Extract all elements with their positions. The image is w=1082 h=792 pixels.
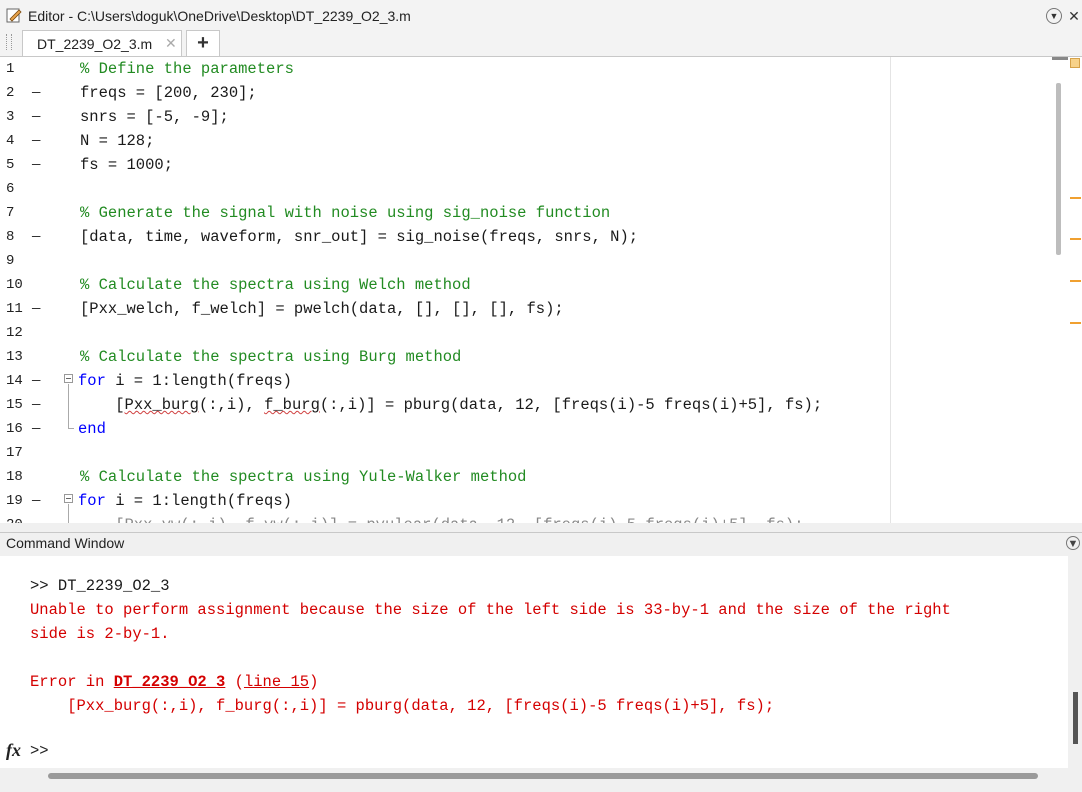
breakpoint-slot[interactable]: — xyxy=(32,129,40,153)
line-number: 16 xyxy=(6,421,23,437)
command-scroll-thumb[interactable] xyxy=(1073,692,1078,744)
breakpoint-slot[interactable]: — xyxy=(32,105,40,129)
warning-status-icon[interactable] xyxy=(1070,58,1080,68)
command-output-line: [Pxx_burg(:,i), f_burg(:,i)] = pburg(dat… xyxy=(30,697,775,715)
function-browser-icon[interactable]: fx xyxy=(6,740,21,761)
command-prompt[interactable]: >> xyxy=(30,742,49,760)
editor-scroll-thumb[interactable] xyxy=(1056,83,1061,255)
new-tab-button[interactable]: + xyxy=(186,30,220,56)
code-line[interactable]: [Pxx_yw(:,i), f_yw(:,i)] = pyulear(data,… xyxy=(78,513,803,523)
line-number: 4 xyxy=(6,133,15,149)
line-number: 12 xyxy=(6,325,23,341)
code-line[interactable]: N = 128; xyxy=(80,129,154,153)
line-number: 20 xyxy=(6,513,26,523)
line-number: 8 xyxy=(6,229,15,245)
breakpoint-slot[interactable]: — xyxy=(32,153,40,177)
fold-toggle-icon[interactable] xyxy=(64,494,73,503)
line-number: 11 xyxy=(6,301,23,317)
command-window-title: Command Window xyxy=(6,535,125,551)
command-window-menu-icon[interactable]: ▼ xyxy=(1066,536,1080,550)
editor-tabstrip: DT_2239_O2_3.m ✕ + xyxy=(0,28,1082,57)
line-number: 1 xyxy=(6,61,15,77)
breakpoint-slot[interactable]: — xyxy=(32,489,40,513)
breakpoint-slot[interactable]: — xyxy=(32,417,40,441)
tabstrip-grip[interactable] xyxy=(6,34,12,50)
command-window-vertical-scrollbar[interactable] xyxy=(1068,556,1082,768)
line-number: 13 xyxy=(6,349,23,365)
line-number: 5 xyxy=(6,157,15,173)
tab-dt-2239-o2-3[interactable]: DT_2239_O2_3.m ✕ xyxy=(22,30,182,56)
line-number: 3 xyxy=(6,109,15,125)
breakpoint-slot[interactable]: — xyxy=(32,513,40,523)
code-editor[interactable]: 12—3—4—5—678—91011—121314—15—16—171819—2… xyxy=(0,57,1082,523)
warning-marker[interactable] xyxy=(1070,197,1081,199)
fold-toggle-icon[interactable] xyxy=(64,374,73,383)
code-line[interactable]: end xyxy=(78,417,106,441)
command-output-line: Error in DT_2239_O2_3 (line 15) xyxy=(30,673,319,691)
line-number: 10 xyxy=(6,277,23,293)
code-line[interactable]: % Generate the signal with noise using s… xyxy=(80,201,610,225)
horizontal-scroll-thumb[interactable] xyxy=(48,773,1038,779)
warning-marker[interactable] xyxy=(1070,238,1081,240)
line-number: 6 xyxy=(6,181,15,197)
tab-close-icon[interactable]: ✕ xyxy=(165,35,177,52)
fold-end-mark xyxy=(68,428,74,429)
line-number: 15 xyxy=(6,397,23,413)
fold-range-line xyxy=(68,504,69,523)
editor-app-icon xyxy=(6,8,22,23)
code-line[interactable]: freqs = [200, 230]; xyxy=(80,81,257,105)
code-line[interactable]: % Define the parameters xyxy=(80,57,294,81)
code-line[interactable]: % Calculate the spectra using Burg metho… xyxy=(80,345,461,369)
code-line[interactable]: [Pxx_burg(:,i), f_burg(:,i)] = pburg(dat… xyxy=(78,393,822,417)
code-line[interactable]: [data, time, waveform, snr_out] = sig_no… xyxy=(80,225,638,249)
command-window-header: Command Window ▼ xyxy=(0,532,1082,555)
command-output-line: >> DT_2239_O2_3 xyxy=(30,577,170,595)
breakpoint-slot[interactable]: — xyxy=(32,225,40,249)
code-analyzer-bar xyxy=(1068,57,1082,523)
code-line[interactable]: for i = 1:length(freqs) xyxy=(78,489,292,513)
code-line[interactable]: % Calculate the spectra using Yule-Walke… xyxy=(80,465,526,489)
tab-label: DT_2239_O2_3.m xyxy=(37,36,153,52)
line-number: 19 xyxy=(6,493,23,509)
code-line[interactable]: % Calculate the spectra using Welch meth… xyxy=(80,273,471,297)
fold-range-line xyxy=(68,384,69,428)
window-title: Editor - C:\Users\doguk\OneDrive\Desktop… xyxy=(28,8,411,24)
horizontal-scrollbar[interactable] xyxy=(0,768,1082,792)
breakpoint-slot[interactable]: — xyxy=(32,297,40,321)
right-margin-line xyxy=(890,57,891,523)
command-window[interactable]: fx >> >> DT_2239_O2_3 Unable to perform a… xyxy=(0,556,1068,768)
code-line[interactable]: [Pxx_welch, f_welch] = pwelch(data, [], … xyxy=(80,297,564,321)
command-output-line: side is 2-by-1. xyxy=(30,625,170,643)
line-number: 18 xyxy=(6,469,23,485)
warning-marker[interactable] xyxy=(1070,280,1081,282)
breakpoint-slot[interactable]: — xyxy=(32,369,40,393)
command-output-line: Unable to perform assignment because the… xyxy=(30,601,951,619)
warning-marker[interactable] xyxy=(1070,322,1081,324)
line-number: 14 xyxy=(6,373,23,389)
window-menu-icon[interactable]: ▼ xyxy=(1046,8,1062,24)
line-number: 7 xyxy=(6,205,15,221)
code-line[interactable]: snrs = [-5, -9]; xyxy=(80,105,229,129)
code-line[interactable]: fs = 1000; xyxy=(80,153,173,177)
line-number-gutter: 12—3—4—5—678—91011—121314—15—16—171819—2… xyxy=(0,57,62,523)
line-number: 2 xyxy=(6,85,15,101)
line-number: 9 xyxy=(6,253,15,269)
code-line[interactable]: for i = 1:length(freqs) xyxy=(78,369,292,393)
breakpoint-slot[interactable]: — xyxy=(32,81,40,105)
breakpoint-slot[interactable]: — xyxy=(32,393,40,417)
code-area[interactable]: % Define the parameters freqs = [200, 230… xyxy=(62,57,1052,523)
close-window-icon[interactable]: ✕ xyxy=(1066,8,1082,24)
line-number: 17 xyxy=(6,445,23,461)
editor-vertical-scrollbar[interactable] xyxy=(1052,57,1070,523)
